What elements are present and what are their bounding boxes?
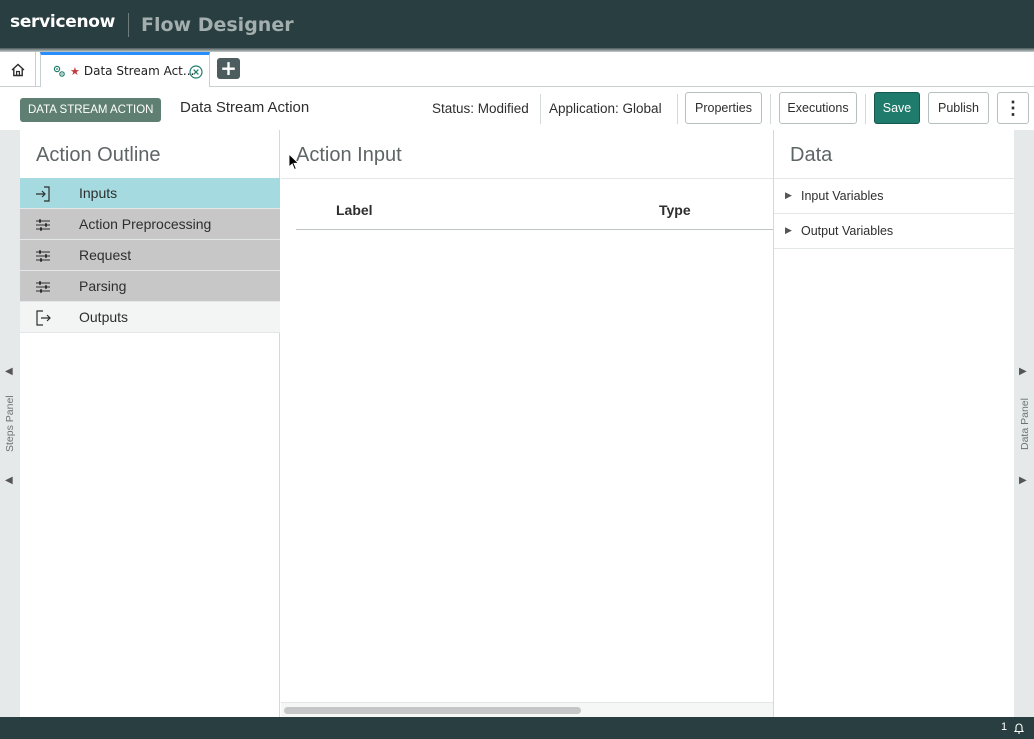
data-panel-title: Data <box>790 144 833 166</box>
horizontal-scrollbar[interactable] <box>281 702 773 717</box>
column-header-type: Type <box>659 202 691 218</box>
collapse-right-arrow-icon[interactable]: ▶ <box>1019 366 1027 377</box>
outline-title: Action Outline <box>36 144 161 166</box>
properties-button[interactable]: Properties <box>685 92 762 124</box>
scrollbar-thumb[interactable] <box>284 707 581 714</box>
outline-item-label: Inputs <box>79 185 118 201</box>
action-input-panel: Action Input Label Type <box>281 130 773 717</box>
tab-strip: ★ Data Stream Act... + <box>0 52 1034 87</box>
action-title: Data Stream Action <box>180 99 310 116</box>
header-divider <box>128 13 129 37</box>
action-bar: DATA STREAM ACTION Data Stream Action St… <box>0 87 1034 130</box>
servicenow-logo[interactable]: servicenow <box>10 12 115 32</box>
input-arrow-icon <box>36 186 50 202</box>
output-arrow-icon <box>36 310 51 326</box>
table-header-divider <box>296 229 773 230</box>
add-tab-button[interactable]: + <box>217 58 240 79</box>
notification-count: 1 <box>1001 721 1008 733</box>
home-tab-button[interactable] <box>0 52 36 87</box>
outline-item-parsing[interactable]: Parsing <box>20 271 280 302</box>
data-panel-label: Data Panel <box>1019 398 1031 450</box>
expand-triangle-icon[interactable]: ▶ <box>785 226 792 236</box>
gear-icon <box>51 63 67 79</box>
sliders-icon <box>36 281 50 293</box>
action-outline-panel: Action Outline Inputs Action Preprocessi… <box>20 130 280 717</box>
divider <box>677 94 678 124</box>
divider <box>865 94 866 124</box>
close-circle-icon[interactable] <box>189 65 203 79</box>
top-header: servicenow Flow Designer <box>0 0 1034 48</box>
tab-label: Data Stream Act... <box>83 64 195 78</box>
publish-button[interactable]: Publish <box>928 92 989 124</box>
outline-item-request[interactable]: Request <box>20 240 280 271</box>
column-header-label: Label <box>336 202 373 218</box>
bell-icon[interactable] <box>1012 721 1026 735</box>
collapse-left-arrow-icon[interactable]: ◀ <box>5 366 13 377</box>
expand-triangle-icon[interactable]: ▶ <box>785 191 792 201</box>
outline-item-label: Action Preprocessing <box>79 216 212 232</box>
product-title: Flow Designer <box>141 14 294 36</box>
data-panel-toggle[interactable]: ▶ Data Panel ▶ <box>1014 130 1034 717</box>
status-text: Status: Modified <box>432 101 529 116</box>
collapse-left-arrow-icon[interactable]: ◀ <box>5 475 13 486</box>
outline-item-label: Parsing <box>79 278 127 294</box>
sliders-icon <box>36 250 50 262</box>
divider <box>540 94 541 124</box>
data-variable-list: ▶ Input Variables ▶ Output Variables <box>774 178 1014 249</box>
home-icon <box>11 63 24 76</box>
action-type-badge: DATA STREAM ACTION <box>20 98 162 122</box>
data-item-label: Input Variables <box>801 189 884 203</box>
sliders-icon <box>36 219 50 231</box>
outline-list: Inputs Action Preprocessing Request Pars… <box>20 178 280 333</box>
bottom-status-bar: 1 <box>0 717 1034 739</box>
data-panel: Data ▶ Input Variables ▶ Output Variable… <box>773 130 1014 717</box>
application-text: Application: Global <box>549 101 662 116</box>
data-item-label: Output Variables <box>801 224 894 238</box>
modified-star-icon: ★ <box>70 64 80 78</box>
save-button[interactable]: Save <box>874 92 920 124</box>
outline-item-inputs[interactable]: Inputs <box>20 178 280 209</box>
divider <box>770 94 771 124</box>
executions-button[interactable]: Executions <box>779 92 857 124</box>
outline-item-action-preprocessing[interactable]: Action Preprocessing <box>20 209 280 240</box>
outline-item-outputs[interactable]: Outputs <box>20 302 280 333</box>
kebab-icon: ⋮ <box>1004 98 1022 118</box>
more-options-button[interactable]: ⋮ <box>997 92 1029 124</box>
input-variables-section[interactable]: ▶ Input Variables <box>774 179 1014 214</box>
divider <box>281 178 773 179</box>
action-input-title: Action Input <box>296 144 402 166</box>
outline-item-label: Outputs <box>79 309 129 325</box>
steps-panel-label: Steps Panel <box>4 395 16 452</box>
collapse-right-arrow-icon[interactable]: ▶ <box>1019 475 1027 486</box>
tab-data-stream-action[interactable]: ★ Data Stream Act... <box>40 52 210 87</box>
mouse-cursor-icon <box>288 153 300 171</box>
output-variables-section[interactable]: ▶ Output Variables <box>774 214 1014 249</box>
outline-item-label: Request <box>79 247 132 263</box>
steps-panel-toggle[interactable]: ◀ Steps Panel ◀ <box>0 130 20 717</box>
